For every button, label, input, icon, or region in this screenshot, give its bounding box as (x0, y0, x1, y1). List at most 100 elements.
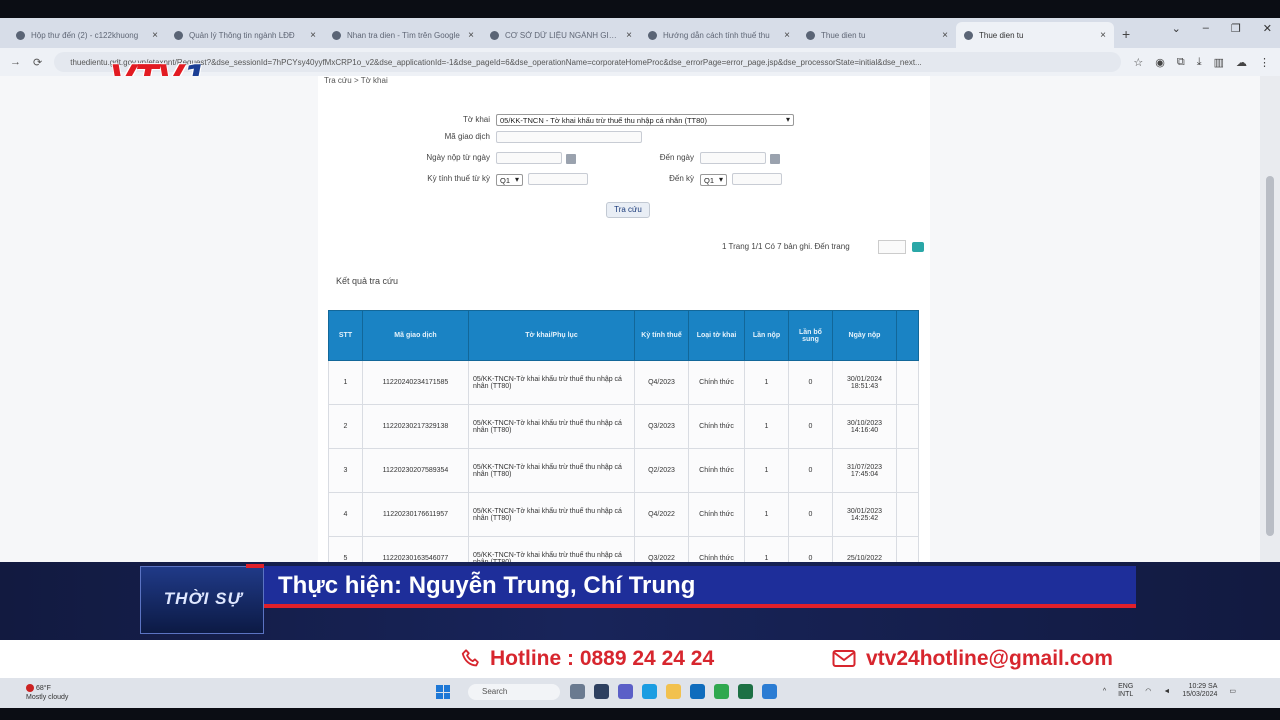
reload-icon[interactable]: ⟳ (33, 56, 42, 69)
hotline: Hotline : 0889 24 24 24 (460, 647, 714, 671)
cell-ky: Q3/2022 (634, 536, 689, 562)
pagination-info: 1 Trang 1/1 Có 7 bản ghi. Đến trang (722, 242, 850, 251)
header-ky-tinh-thue: Kỳ tính thuế (634, 310, 689, 361)
cell-to-khai[interactable]: 05/KK-TNCN-Tờ khai khấu trừ thuế thu nhậ… (468, 404, 635, 449)
cell-ma-giao-dich[interactable]: 11220230163546077 (362, 536, 469, 562)
weather-widget[interactable]: 68°F Mostly cloudy (26, 684, 68, 702)
calendar-icon[interactable] (770, 154, 780, 164)
forward-icon[interactable]: → (10, 56, 21, 68)
table-row[interactable]: 3 11220230207589354 05/KK-TNCN-Tờ khai k… (328, 448, 919, 493)
system-tray: ^ ENG INTL ◠ ◄ 10:29 SA 15/03/2024 ▭ (1103, 683, 1236, 699)
breadcrumb[interactable]: Tra cứu > Tờ khai (324, 76, 388, 85)
cell-ma-giao-dich[interactable]: 11220230217329138 (362, 404, 469, 449)
ngay-nop-tu-label: Ngày nộp từ ngày (426, 153, 490, 162)
close-icon[interactable]: × (310, 30, 316, 41)
close-icon[interactable]: × (626, 30, 632, 41)
tab-google[interactable]: Nhan tra dien - Tìm trên Google × (324, 22, 482, 48)
header-stt: STT (328, 310, 363, 361)
cell-lan-nop: 1 (744, 360, 789, 405)
page-number-input[interactable] (878, 240, 906, 254)
volume-icon[interactable]: ◄ (1163, 688, 1170, 695)
tab-quan-ly[interactable]: Quản lý Thông tin ngành LĐĐ × (166, 22, 324, 48)
file-explorer-icon[interactable] (666, 684, 681, 699)
ky-tinh-thue-label: Kỳ tính thuế từ kỳ (427, 174, 490, 183)
url-field[interactable]: thuedientu.gdt.gov.vn/etaxnnt/Request?&d… (54, 52, 1122, 72)
ky-tu-select[interactable]: Q1 (496, 174, 523, 186)
edge-icon[interactable] (642, 684, 657, 699)
cell-to-khai[interactable]: 05/KK-TNCN-Tờ khai khấu trừ thuế thu nhậ… (468, 492, 635, 537)
profile-icon[interactable]: ☁ (1236, 56, 1247, 69)
sidebar-icon[interactable]: ▥ (1214, 56, 1224, 69)
close-window-icon[interactable]: ✕ (1263, 22, 1272, 35)
close-icon[interactable]: × (468, 30, 474, 41)
ma-giao-dich-label: Mã giao dịch (444, 132, 490, 141)
windows-start-icon[interactable] (436, 685, 450, 699)
nam-den-input[interactable] (732, 173, 782, 185)
wifi-icon[interactable]: ◠ (1145, 687, 1151, 695)
close-icon[interactable]: × (152, 30, 158, 41)
notification-icon[interactable]: ▭ (1229, 687, 1236, 695)
restore-icon[interactable]: ❐ (1231, 22, 1241, 35)
weather-temp: 68°F (36, 685, 51, 692)
cell-ma-giao-dich[interactable]: 11220230176611957 (362, 492, 469, 537)
cell-to-khai[interactable]: 05/KK-TNCN-Tờ khai khấu trừ thuế thu nhậ… (468, 360, 635, 405)
close-icon[interactable]: × (1100, 30, 1106, 41)
ky-den-select[interactable]: Q1 (700, 174, 727, 186)
chevron-up-icon[interactable]: ^ (1103, 688, 1106, 695)
star-icon[interactable]: ☆ (1133, 56, 1143, 69)
cell-ma-giao-dich[interactable]: 11220230207589354 (362, 448, 469, 493)
cell-to-khai[interactable]: 05/KK-TNCN-Tờ khai khấu trừ thuế thu nhậ… (468, 536, 635, 562)
close-icon[interactable]: × (942, 30, 948, 41)
clock[interactable]: 10:29 SA 15/03/2024 (1182, 683, 1217, 699)
ngay-nop-tu-input[interactable] (496, 152, 562, 164)
cell-ngay-nop: 30/01/2023 14:25:42 (832, 492, 897, 537)
teams-icon[interactable] (618, 684, 633, 699)
calendar-icon[interactable] (566, 154, 576, 164)
extension-icon[interactable]: ◉ (1155, 56, 1165, 69)
cell-to-khai[interactable]: 05/KK-TNCN-Tờ khai khấu trừ thuế thu nhậ… (468, 448, 635, 493)
cell-ma-giao-dich[interactable]: 11220240234171585 (362, 360, 469, 405)
tab-huong-dan[interactable]: Hướng dẫn cách tính thuế thu × (640, 22, 798, 48)
table-row[interactable]: 5 11220230163546077 05/KK-TNCN-Tờ khai k… (328, 536, 919, 562)
table-row[interactable]: 2 11220230217329138 05/KK-TNCN-Tờ khai k… (328, 404, 919, 449)
minimize-icon[interactable]: – (1203, 22, 1209, 35)
nam-tu-input[interactable] (528, 173, 588, 185)
task-view-icon[interactable] (570, 684, 585, 699)
to-khai-select[interactable]: 05/KK-TNCN - Tờ khai khấu trừ thuế thu n… (496, 114, 794, 126)
table-row[interactable]: 4 11220230176611957 05/KK-TNCN-Tờ khai k… (328, 492, 919, 537)
chevron-down-icon[interactable]: ⌄ (1172, 22, 1181, 35)
menu-icon[interactable]: ⋮ (1259, 56, 1270, 69)
cell-extra (896, 492, 919, 537)
chrome-icon[interactable] (714, 684, 729, 699)
accent-line (264, 604, 1136, 608)
widgets-icon[interactable] (594, 684, 609, 699)
download-icon[interactable]: ⤓ (1197, 56, 1202, 69)
scrollbar-thumb[interactable] (1266, 176, 1274, 536)
cell-stt: 2 (328, 404, 363, 449)
den-ngay-input[interactable] (700, 152, 766, 164)
tab-gmail[interactable]: Hộp thư đến (2) - c122khuong × (8, 22, 166, 48)
go-page-icon[interactable] (912, 242, 924, 252)
close-icon[interactable]: × (784, 30, 790, 41)
app-icon[interactable] (762, 684, 777, 699)
tab-thue-1[interactable]: Thue dien tu × (798, 22, 956, 48)
table-row[interactable]: 1 11220240234171585 05/KK-TNCN-Tờ khai k… (328, 360, 919, 405)
tra-cuu-button[interactable]: Tra cứu (606, 202, 650, 218)
table-header-row: STT Mã giao dịch Tờ khai/Phụ lục Kỳ tính… (328, 310, 919, 361)
mail-app-icon[interactable] (690, 684, 705, 699)
cell-ky: Q4/2022 (634, 492, 689, 537)
page-scrollbar[interactable] (1260, 76, 1280, 562)
new-tab-button[interactable]: + (1122, 22, 1130, 48)
language-indicator[interactable]: ENG INTL (1118, 683, 1133, 699)
puzzle-icon[interactable]: ⧉ (1177, 56, 1185, 69)
header-ma-giao-dich: Mã giao dịch (362, 310, 469, 361)
tab-thue-active[interactable]: Thue dien tu × (956, 22, 1114, 48)
tab-csdl[interactable]: CƠ SỞ DỮ LIỆU NGÀNH GIÁO × (482, 22, 640, 48)
taskbar-search[interactable]: Search (468, 684, 560, 700)
cell-lan-bo-sung: 0 (788, 536, 833, 562)
cell-stt: 5 (328, 536, 363, 562)
ma-giao-dich-input[interactable] (496, 131, 642, 143)
credit-text: Thực hiện: Nguyễn Trung, Chí Trung (278, 572, 696, 599)
page-icon (490, 30, 499, 40)
excel-icon[interactable] (738, 684, 753, 699)
